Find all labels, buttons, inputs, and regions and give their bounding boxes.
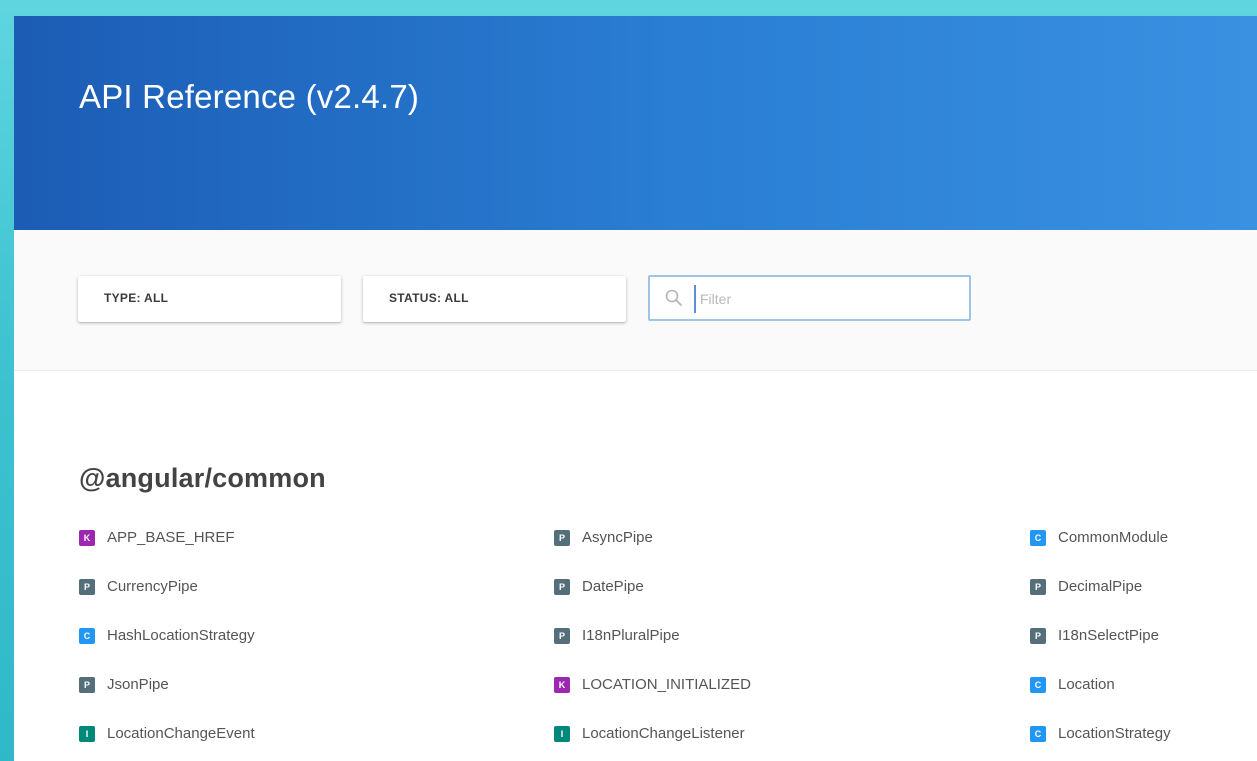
interface-icon: I: [554, 726, 570, 742]
page-title: API Reference (v2.4.7): [79, 78, 420, 115]
status-filter-label: STATUS: ALL: [389, 291, 469, 305]
api-item-name: LocationChangeListener: [582, 725, 745, 742]
api-item[interactable]: C CommonModule: [1030, 528, 1257, 577]
api-item[interactable]: P JsonPipe: [79, 675, 554, 724]
package-title: @angular/common: [79, 463, 326, 493]
pipe-icon: P: [554, 530, 570, 546]
api-item-name: AsyncPipe: [582, 529, 653, 546]
pipe-icon: P: [79, 579, 95, 595]
api-item-name: Location: [1058, 676, 1115, 693]
class-icon: C: [79, 628, 95, 644]
class-icon: C: [1030, 677, 1046, 693]
api-item[interactable]: K APP_BASE_HREF: [79, 528, 554, 577]
api-item-name: LocationStrategy: [1058, 725, 1171, 742]
browser-viewport: API Reference (v2.4.7) TYPE: ALL STATUS:…: [14, 16, 1257, 761]
const-icon: K: [79, 530, 95, 546]
api-item[interactable]: K LOCATION_INITIALIZED: [554, 675, 1030, 724]
api-item-name: HashLocationStrategy: [107, 627, 255, 644]
api-item-name: DatePipe: [582, 578, 644, 595]
api-item-name: I18nSelectPipe: [1058, 627, 1159, 644]
filter-bar: TYPE: ALL STATUS: ALL: [14, 230, 1257, 371]
const-icon: K: [554, 677, 570, 693]
interface-icon: I: [79, 726, 95, 742]
api-item[interactable]: C HashLocationStrategy: [79, 626, 554, 675]
pipe-icon: P: [79, 677, 95, 693]
api-item-name: CommonModule: [1058, 529, 1169, 546]
pipe-icon: P: [554, 628, 570, 644]
api-item-name: CurrencyPipe: [107, 578, 198, 595]
class-icon: C: [1030, 530, 1046, 546]
api-item-name: LOCATION_INITIALIZED: [582, 676, 751, 693]
pipe-icon: P: [554, 579, 570, 595]
api-item[interactable]: P CurrencyPipe: [79, 577, 554, 626]
search-icon: [665, 289, 682, 306]
api-item[interactable]: I LocationChangeListener: [554, 724, 1030, 761]
search-box[interactable]: [648, 275, 971, 321]
api-item-name: JsonPipe: [107, 676, 169, 693]
api-item[interactable]: P I18nPluralPipe: [554, 626, 1030, 675]
api-item[interactable]: P AsyncPipe: [554, 528, 1030, 577]
api-item[interactable]: P DecimalPipe: [1030, 577, 1257, 626]
api-item-name: DecimalPipe: [1058, 578, 1143, 595]
api-item-name: I18nPluralPipe: [582, 627, 680, 644]
page-header: API Reference (v2.4.7): [14, 16, 1257, 230]
api-item-name: APP_BASE_HREF: [107, 529, 235, 546]
api-item[interactable]: P I18nSelectPipe: [1030, 626, 1257, 675]
pipe-icon: P: [1030, 579, 1046, 595]
type-filter-button[interactable]: TYPE: ALL: [78, 276, 341, 322]
class-icon: C: [1030, 726, 1046, 742]
api-item-name: LocationChangeEvent: [107, 725, 255, 742]
api-list: K APP_BASE_HREF P AsyncPipe C CommonModule P Cu…: [79, 528, 1257, 761]
pipe-icon: P: [1030, 628, 1046, 644]
api-item[interactable]: C Location: [1030, 675, 1257, 724]
type-filter-label: TYPE: ALL: [104, 291, 169, 305]
search-input[interactable]: [694, 285, 962, 313]
api-item[interactable]: I LocationChangeEvent: [79, 724, 554, 761]
api-item[interactable]: C LocationStrategy: [1030, 724, 1257, 761]
api-item[interactable]: P DatePipe: [554, 577, 1030, 626]
status-filter-button[interactable]: STATUS: ALL: [363, 276, 626, 322]
